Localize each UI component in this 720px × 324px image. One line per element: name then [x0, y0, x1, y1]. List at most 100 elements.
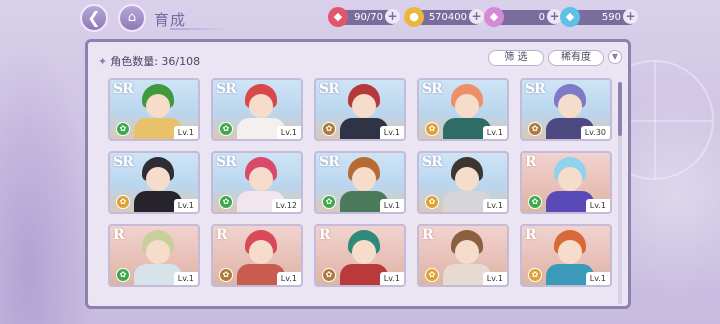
level-label: Lv.1: [482, 272, 507, 285]
level-label: Lv.1: [585, 199, 610, 212]
character-card[interactable]: SR ✿ Lv.30: [520, 78, 612, 141]
character-card[interactable]: R ✿ Lv.1: [108, 224, 200, 287]
blue-gem-counter: ◆ 590 +: [560, 7, 638, 27]
rarity-badge: SR: [113, 154, 134, 170]
blue-gem-value: 590: [601, 12, 621, 23]
attribute-icon: ✿: [322, 122, 336, 136]
panel-header: ✦ 角色数量: 36/108 筛 选 稀有度 ▼: [88, 42, 628, 72]
add-blue-gem-button[interactable]: +: [623, 9, 638, 24]
rarity-badge: SR: [422, 81, 443, 97]
character-card[interactable]: R ✿ Lv.1: [520, 151, 612, 214]
level-label: Lv.1: [173, 126, 198, 139]
rarity-badge: R: [216, 227, 228, 243]
gold-value: 570400: [428, 12, 467, 23]
attribute-icon: ✿: [219, 195, 233, 209]
rarity-badge: R: [525, 154, 537, 170]
character-portrait: [455, 94, 479, 118]
sparkle-icon: ✦: [98, 55, 108, 68]
coin-icon: ●: [404, 7, 424, 27]
attribute-icon: ✿: [322, 268, 336, 282]
attribute-icon: ✿: [219, 122, 233, 136]
character-portrait: [146, 94, 170, 118]
rarity-badge: SR: [319, 154, 340, 170]
rarity-badge: R: [422, 227, 434, 243]
character-card[interactable]: R ✿ Lv.1: [417, 224, 509, 287]
attribute-icon: ✿: [528, 122, 542, 136]
level-label: Lv.1: [379, 199, 404, 212]
attribute-icon: ✿: [116, 268, 130, 282]
pink-gem-counter: ◆ 0 +: [484, 7, 562, 27]
attribute-icon: ✿: [425, 122, 439, 136]
attribute-icon: ✿: [528, 195, 542, 209]
character-card[interactable]: R ✿ Lv.1: [314, 224, 406, 287]
character-count-label: 角色数量: 36/108: [110, 55, 201, 68]
home-button[interactable]: ⌂: [118, 4, 146, 32]
scroll-thumb[interactable]: [618, 82, 622, 136]
attribute-icon: ✿: [528, 268, 542, 282]
character-portrait: [249, 167, 273, 191]
rarity-badge: SR: [216, 81, 237, 97]
character-card[interactable]: SR ✿ Lv.1: [314, 78, 406, 141]
level-label: Lv.1: [276, 126, 301, 139]
character-card[interactable]: SR ✿ Lv.12: [211, 151, 303, 214]
level-label: Lv.30: [580, 126, 610, 139]
character-portrait: [352, 240, 376, 264]
character-card[interactable]: R ✿ Lv.1: [211, 224, 303, 287]
level-label: Lv.1: [276, 272, 301, 285]
back-button[interactable]: ❮: [80, 4, 108, 32]
character-card[interactable]: SR ✿ Lv.1: [314, 151, 406, 214]
attribute-icon: ✿: [425, 268, 439, 282]
attribute-icon: ✿: [219, 268, 233, 282]
rarity-badge: R: [319, 227, 331, 243]
rarity-badge: R: [113, 227, 125, 243]
home-icon: ⌂: [127, 10, 137, 25]
character-portrait: [558, 167, 582, 191]
title-underline: [170, 28, 230, 30]
rarity-badge: SR: [319, 81, 340, 97]
character-portrait: [558, 94, 582, 118]
attribute-icon: ✿: [116, 195, 130, 209]
character-card[interactable]: SR ✿ Lv.1: [108, 151, 200, 214]
page-title: 育成: [154, 11, 187, 29]
character-card[interactable]: SR ✿ Lv.1: [211, 78, 303, 141]
filter-button[interactable]: 筛 选: [488, 50, 544, 66]
add-stamina-button[interactable]: +: [385, 9, 400, 24]
attribute-icon: ✿: [322, 195, 336, 209]
rarity-badge: R: [525, 227, 537, 243]
candy-icon: ◆: [328, 7, 348, 27]
pink-gem-value: 0: [538, 12, 545, 23]
character-card[interactable]: SR ✿ Lv.1: [417, 78, 509, 141]
character-card[interactable]: R ✿ Lv.1: [520, 224, 612, 287]
character-card[interactable]: SR ✿ Lv.1: [417, 151, 509, 214]
rarity-badge: SR: [422, 154, 443, 170]
character-portrait: [558, 240, 582, 264]
rarity-badge: SR: [216, 154, 237, 170]
level-label: Lv.1: [585, 272, 610, 285]
level-label: Lv.1: [482, 126, 507, 139]
rarity-badge: SR: [525, 81, 546, 97]
character-portrait: [352, 94, 376, 118]
blue-diamond-icon: ◆: [560, 7, 580, 27]
level-label: Lv.12: [271, 199, 301, 212]
level-label: Lv.1: [379, 126, 404, 139]
add-gold-button[interactable]: +: [469, 9, 484, 24]
level-label: Lv.1: [173, 199, 198, 212]
character-list-panel: ✦ 角色数量: 36/108 筛 选 稀有度 ▼ SR ✿ Lv.1 SR ✿ Lv.1 SR…: [85, 39, 631, 309]
gold-counter: ● 570400 +: [404, 7, 484, 27]
attribute-icon: ✿: [116, 122, 130, 136]
character-portrait: [455, 240, 479, 264]
pink-gem-icon: ◆: [484, 7, 504, 27]
sort-order-button[interactable]: ▼: [608, 50, 622, 64]
character-portrait: [146, 240, 170, 264]
character-portrait: [146, 167, 170, 191]
character-card[interactable]: SR ✿ Lv.1: [108, 78, 200, 141]
sort-rarity-button[interactable]: 稀有度: [548, 50, 604, 66]
level-label: Lv.1: [482, 199, 507, 212]
character-count: ✦ 角色数量: 36/108: [98, 53, 200, 69]
level-label: Lv.1: [173, 272, 198, 285]
character-portrait: [455, 167, 479, 191]
stamina-counter: ◆ 90/70 +: [328, 7, 400, 27]
scrollbar[interactable]: [618, 82, 622, 304]
rarity-badge: SR: [113, 81, 134, 97]
stamina-value: 90/70: [354, 12, 383, 23]
